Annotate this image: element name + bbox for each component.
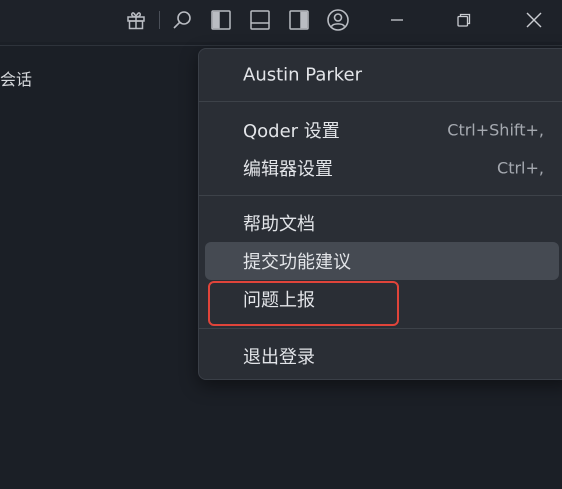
account-menu: Austin Parker Qoder 设置 Ctrl+Shift+, 编辑器设… (198, 48, 562, 380)
menu-separator (199, 195, 562, 196)
menu-item-submit-feedback[interactable]: 提交功能建议 (205, 242, 559, 280)
toggle-secondary-sidebar-icon[interactable] (287, 8, 311, 32)
menu-separator (199, 101, 562, 102)
shortcut-label: Ctrl+Shift+, (447, 120, 544, 140)
toggle-primary-sidebar-icon[interactable] (209, 8, 233, 32)
toggle-panel-icon[interactable] (248, 8, 272, 32)
menu-separator (199, 328, 562, 329)
menu-item-label: 编辑器设置 (243, 159, 333, 180)
menu-item-qoder-settings[interactable]: Qoder 设置 Ctrl+Shift+, (205, 111, 559, 149)
menu-item-logout[interactable]: 退出登录 (205, 337, 559, 375)
menu-item-report-issue[interactable]: 问题上报 (205, 280, 559, 318)
menu-item-editor-settings[interactable]: 编辑器设置 Ctrl+, (205, 149, 559, 187)
shortcut-label: Ctrl+, (497, 158, 544, 178)
menu-item-label: 退出登录 (243, 347, 315, 368)
minimize-icon[interactable] (385, 8, 409, 32)
session-label[interactable]: 会话 (0, 66, 32, 90)
close-icon[interactable] (522, 8, 546, 32)
menu-item-label: 提交功能建议 (243, 252, 351, 273)
search-icon[interactable] (170, 8, 194, 32)
title-bar (0, 0, 562, 42)
titlebar-divider (0, 45, 562, 46)
app-window: 会话 Austin Parker Qoder 设置 Ctrl+Shift+, 编… (0, 0, 562, 489)
toolbar-separator (159, 11, 160, 29)
restore-icon[interactable] (452, 8, 476, 32)
menu-item-label: Qoder 设置 (243, 121, 340, 142)
user-name-label: Austin Parker (243, 64, 363, 86)
account-icon[interactable] (326, 8, 350, 32)
menu-item-label: 帮助文档 (243, 214, 315, 235)
menu-item-help-docs[interactable]: 帮助文档 (205, 204, 559, 242)
gift-icon[interactable] (124, 8, 148, 32)
menu-item-label: 问题上报 (243, 290, 315, 311)
menu-item-user-name[interactable]: Austin Parker (205, 56, 559, 94)
